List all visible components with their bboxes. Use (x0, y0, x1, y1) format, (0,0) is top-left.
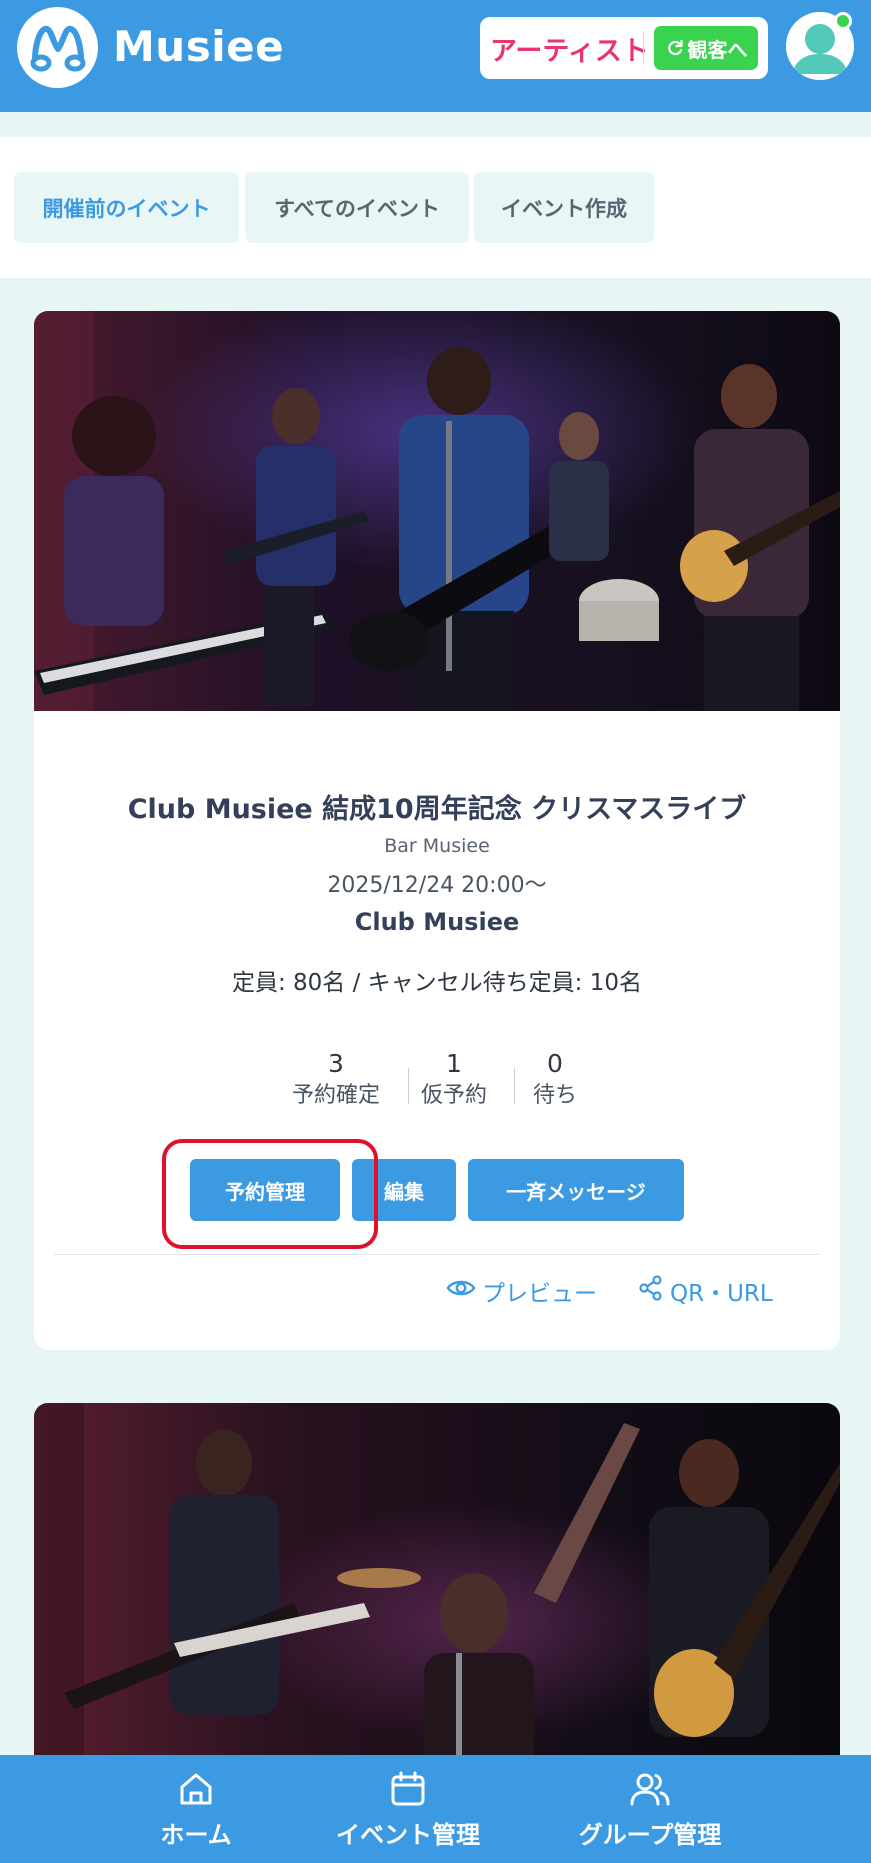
home-icon (177, 1769, 215, 1809)
switch-to-audience-button[interactable]: 観客へ (654, 26, 758, 70)
switch-label: 観客へ (687, 37, 748, 62)
share-link[interactable]: QR・URL (638, 1274, 773, 1308)
online-status-dot (834, 12, 852, 30)
broadcast-message-button[interactable]: 一斉メッセージ (468, 1159, 684, 1221)
preview-link[interactable]: プレビュー (446, 1274, 597, 1308)
stat-tentative: 1 仮予約 (414, 1049, 494, 1113)
event-organizer: Club Musiee (354, 908, 520, 936)
stat-divider (408, 1068, 409, 1104)
event-filter-tabs: 開催前のイベント すべてのイベント イベント作成 (0, 137, 871, 278)
musiee-logo-icon[interactable] (17, 7, 98, 88)
event-photo[interactable] (34, 311, 840, 711)
event-datetime: 2025/12/24 20:00〜 (327, 873, 547, 898)
nav-home-label: ホーム (160, 1821, 232, 1849)
event-card: Club Musiee 結成10周年記念 クリスマスライブ Bar Musiee… (34, 311, 840, 1350)
app-header: Musiee アーティスト 観客へ (0, 0, 871, 112)
event-capacity: 定員: 80名 / キャンセル待ち定員: 10名 (231, 970, 643, 996)
nav-event-management[interactable]: イベント管理 (328, 1755, 488, 1863)
share-label: QR・URL (670, 1281, 773, 1307)
brand-name[interactable]: Musiee (113, 22, 284, 71)
eye-icon (446, 1277, 476, 1305)
stat-confirmed-value: 3 (328, 1049, 344, 1078)
nav-group-management-label: グループ管理 (578, 1821, 722, 1849)
event-photo[interactable] (34, 1403, 840, 1803)
current-role-label: アーティスト (490, 36, 649, 67)
event-title: Club Musiee 結成10周年記念 クリスマスライブ (127, 794, 747, 825)
role-divider (643, 31, 644, 65)
stat-confirmed-label: 予約確定 (291, 1083, 380, 1108)
bottom-navigation: ホーム イベント管理 グループ管理 (0, 1755, 871, 1863)
nav-home[interactable]: ホーム (146, 1755, 246, 1863)
card-divider (54, 1254, 820, 1255)
share-icon (638, 1275, 664, 1307)
event-venue: Bar Musiee (384, 835, 490, 857)
stat-waiting-label: 待ち (532, 1083, 577, 1108)
role-switch: アーティスト 観客へ (480, 17, 768, 79)
event-card (34, 1403, 840, 1803)
users-icon (629, 1769, 671, 1809)
preview-label: プレビュー (482, 1281, 597, 1307)
tab-all-events[interactable]: すべてのイベント (245, 172, 469, 243)
stat-waiting: 0 待ち (520, 1049, 590, 1113)
tab-create-event[interactable]: イベント作成 (474, 172, 654, 243)
nav-event-management-label: イベント管理 (336, 1821, 480, 1849)
tab-upcoming-events[interactable]: 開催前のイベント (14, 172, 239, 243)
stat-divider (514, 1068, 515, 1104)
highlight-annotation (162, 1139, 378, 1249)
stat-confirmed: 3 予約確定 (288, 1049, 384, 1113)
stat-tentative-value: 1 (446, 1049, 462, 1078)
refresh-icon (665, 38, 685, 58)
stat-tentative-label: 仮予約 (420, 1083, 487, 1108)
calendar-icon (389, 1769, 427, 1809)
stat-waiting-value: 0 (547, 1049, 563, 1078)
nav-group-management[interactable]: グループ管理 (570, 1755, 730, 1863)
